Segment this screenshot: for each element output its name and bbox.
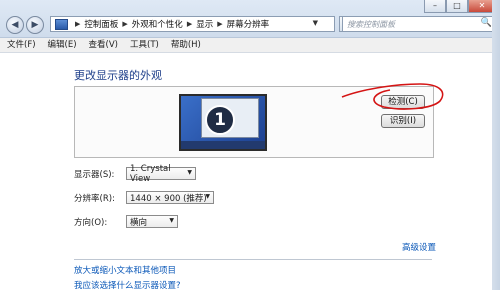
breadcrumb: ▶ 控制面板 ▶ 外观和个性化 ▶ 显示 ▶ 屏幕分辨率 (71, 18, 269, 30)
detect-button[interactable]: 检测(C) (381, 95, 425, 109)
search-input[interactable]: 搜索控制面板 🔍 (342, 16, 496, 32)
maximize-button[interactable]: □ (446, 0, 468, 13)
monitor-panel: 1 检测(C) 识别(I) (74, 86, 434, 158)
monitor-number-badge: 1 (205, 105, 235, 135)
breadcrumb-item-appearance[interactable]: 外观和个性化 (132, 18, 183, 30)
chevron-right-icon: ▶ (122, 20, 128, 28)
forward-button[interactable]: ▶ (26, 16, 44, 34)
breadcrumb-item-display[interactable]: 显示 (196, 18, 213, 30)
monitor-preview[interactable]: 1 (179, 94, 267, 151)
menu-tools[interactable]: 工具(T) (123, 38, 164, 52)
main-content: 更改显示器的外观 1 检测(C) 识别(I) 显示器(S): 1. Crysta… (0, 53, 500, 291)
orientation-row: 方向(O): 横向 ▼ (74, 215, 178, 228)
display-select-value: 1. Crystal View (130, 163, 171, 184)
section-divider (74, 259, 432, 260)
chevron-right-icon: ▶ (217, 20, 223, 28)
chevron-down-icon: ▼ (205, 193, 210, 200)
menu-bar: 文件(F) 编辑(E) 查看(V) 工具(T) 帮助(H) (0, 38, 500, 53)
display-row: 显示器(S): 1. Crystal View ▼ (74, 164, 196, 184)
window-controls: – □ ✕ (424, 0, 496, 13)
resolution-label: 分辨率(R): (74, 193, 115, 204)
display-select[interactable]: 1. Crystal View ▼ (126, 164, 196, 184)
orientation-label: 方向(O): (74, 217, 108, 228)
orientation-select-value: 横向 (130, 217, 148, 228)
menu-file[interactable]: 文件(F) (0, 38, 41, 52)
display-label: 显示器(S): (74, 169, 115, 180)
resolution-row: 分辨率(R): 1440 × 900 (推荐) ▼ (74, 191, 214, 204)
search-icon[interactable]: 🔍 (481, 18, 492, 28)
address-bar[interactable]: ▶ 控制面板 ▶ 外观和个性化 ▶ 显示 ▶ 屏幕分辨率 ▼ (50, 16, 335, 32)
orientation-select[interactable]: 横向 ▼ (126, 215, 178, 228)
identify-button[interactable]: 识别(I) (381, 114, 425, 128)
resolution-select-value: 1440 × 900 (推荐) (130, 193, 207, 204)
chevron-down-icon: ▼ (187, 169, 192, 176)
chevron-down-icon: ▼ (169, 217, 174, 224)
search-placeholder: 搜索控制面板 (347, 20, 395, 29)
chevron-right-icon: ▶ (75, 20, 81, 28)
page-title: 更改显示器的外观 (74, 69, 162, 82)
monitor-taskbar (181, 141, 265, 149)
address-dropdown-icon[interactable]: ▼ (313, 19, 318, 27)
window-chrome: – □ ✕ ◀ ▶ ▶ 控制面板 ▶ 外观和个性化 ▶ 显示 ▶ 屏幕分辨率 ▼… (0, 0, 500, 38)
menu-help[interactable]: 帮助(H) (164, 38, 206, 52)
display-settings-help-link[interactable]: 我应该选择什么显示器设置? (74, 279, 181, 291)
back-button[interactable]: ◀ (6, 16, 24, 34)
menu-view[interactable]: 查看(V) (82, 38, 123, 52)
chevron-right-icon: ▶ (186, 20, 193, 28)
window-border (492, 0, 500, 290)
text-size-link[interactable]: 放大或缩小文本和其他项目 (74, 264, 176, 276)
control-panel-icon (55, 18, 68, 30)
menu-edit[interactable]: 编辑(E) (41, 38, 82, 52)
minimize-button[interactable]: – (424, 0, 446, 13)
resolution-select[interactable]: 1440 × 900 (推荐) ▼ (126, 191, 214, 204)
breadcrumb-item-control-panel[interactable]: 控制面板 (84, 18, 118, 30)
advanced-settings-link[interactable]: 高级设置 (402, 241, 436, 253)
breadcrumb-item-resolution[interactable]: 屏幕分辨率 (227, 18, 270, 30)
